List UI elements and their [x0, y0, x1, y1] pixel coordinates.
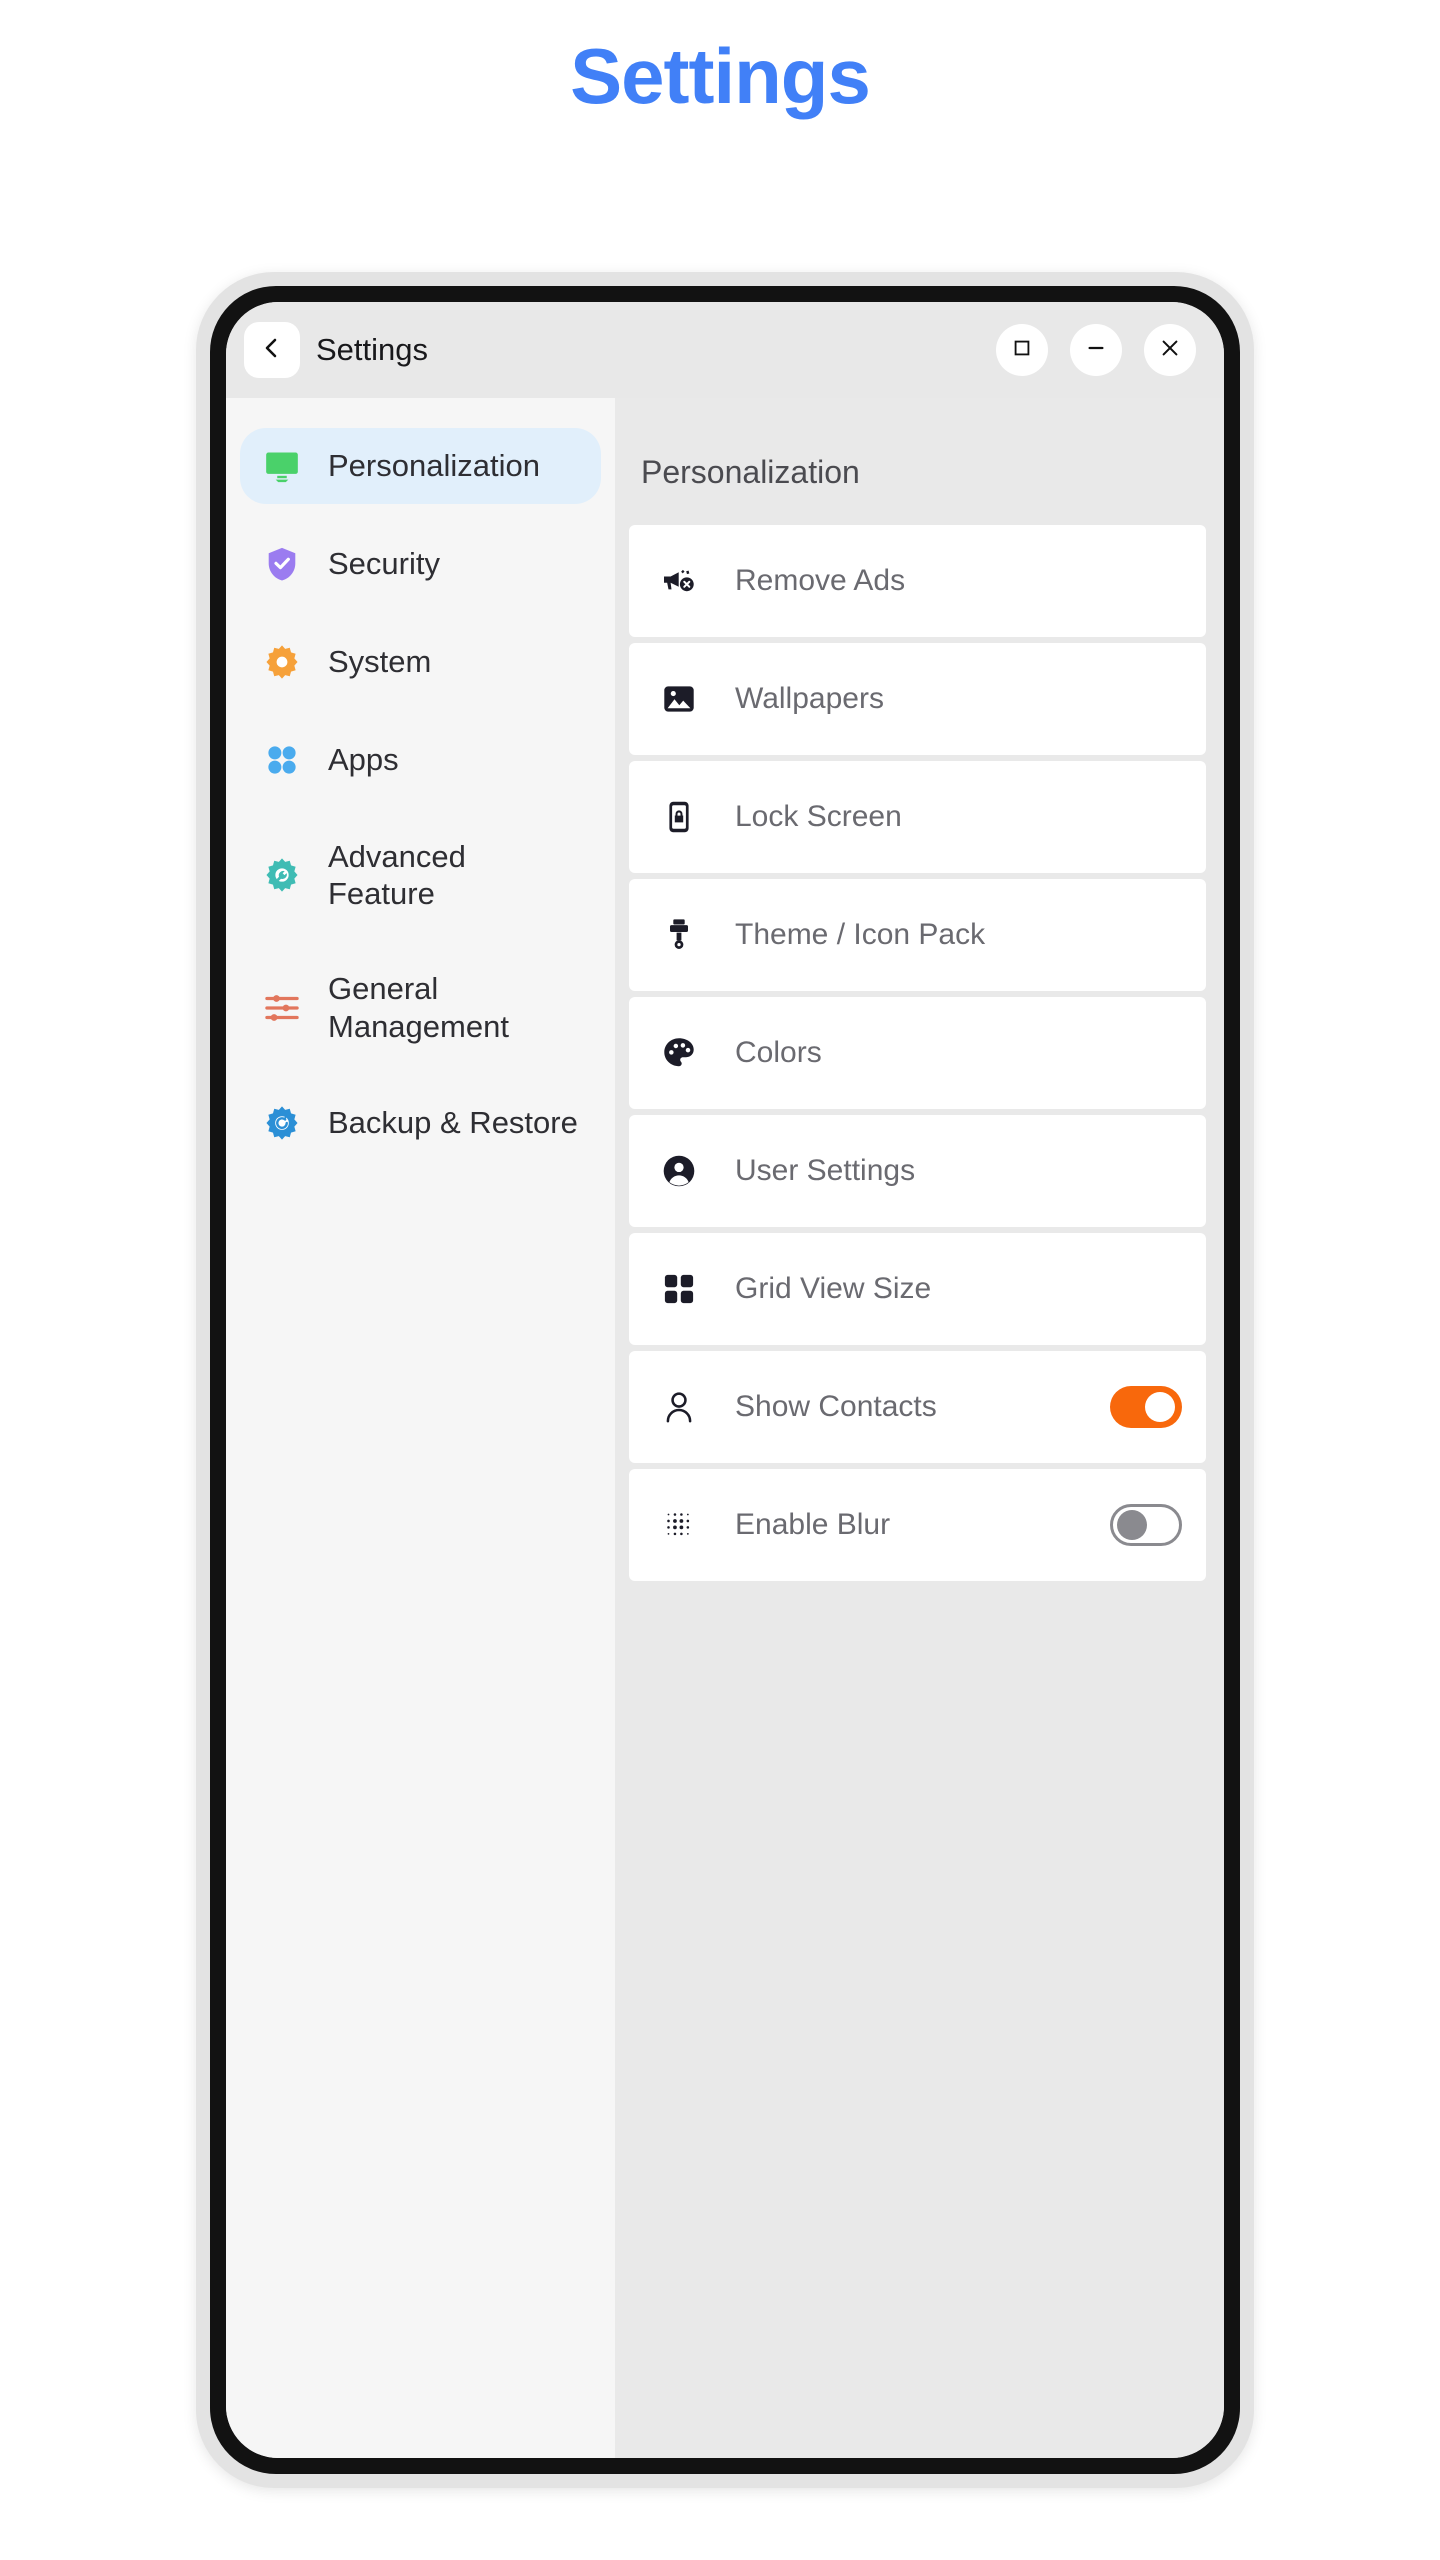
paintbrush-icon [659, 915, 699, 955]
list-item-grid-view-size[interactable]: Grid View Size [629, 1233, 1206, 1345]
settings-list: Remove Ads Wallpapers Lock Screen Theme … [615, 525, 1224, 1587]
screenshot-root: Settings Settings Personalization Securi… [0, 0, 1440, 2560]
person-icon [659, 1387, 699, 1427]
x-icon [1159, 337, 1181, 364]
list-item-user-settings[interactable]: User Settings [629, 1115, 1206, 1227]
page-title: Settings [570, 32, 871, 120]
sidebar-item-label: Advanced Feature [328, 839, 466, 912]
square-icon [1011, 337, 1033, 364]
dash-icon [1085, 337, 1107, 364]
phone-screen: Settings Personalization Security System… [226, 302, 1224, 2458]
monitor-icon [262, 446, 302, 486]
sidebar-item-general-management[interactable]: General Management [240, 952, 601, 1062]
list-item-label: Colors [735, 1036, 822, 1069]
gear-refresh-icon [262, 1103, 302, 1143]
sidebar-item-personalization[interactable]: Personalization [240, 428, 601, 504]
show-contacts-toggle[interactable] [1110, 1386, 1182, 1428]
shield-check-icon [262, 544, 302, 584]
phone-frame: Settings Personalization Security System… [196, 272, 1254, 2488]
list-item-remove-ads[interactable]: Remove Ads [629, 525, 1206, 637]
list-item-theme-icon-pack[interactable]: Theme / Icon Pack [629, 879, 1206, 991]
window-controls [996, 324, 1196, 376]
dot-grid-icon [659, 1505, 699, 1545]
list-item-enable-blur[interactable]: Enable Blur [629, 1469, 1206, 1581]
sidebar-item-label: Backup & Restore [328, 1105, 578, 1141]
sidebar-item-label: General Management [328, 971, 509, 1044]
toggle-knob [1117, 1510, 1147, 1540]
content-heading: Personalization [641, 454, 860, 490]
phone-lock-icon [659, 797, 699, 837]
sidebar-item-system[interactable]: System [240, 624, 601, 700]
list-item-label: Theme / Icon Pack [735, 918, 986, 951]
list-item-label: Wallpapers [735, 682, 884, 715]
sidebar-item-backup-restore[interactable]: Backup & Restore [240, 1085, 601, 1161]
image-icon [659, 679, 699, 719]
sidebar-item-apps[interactable]: Apps [240, 722, 601, 798]
chevron-left-icon [260, 336, 284, 365]
window-titlebar: Settings [226, 302, 1224, 398]
phone-bezel: Settings Personalization Security System… [210, 286, 1240, 2474]
list-item-wallpapers[interactable]: Wallpapers [629, 643, 1206, 755]
toggle-knob [1145, 1392, 1175, 1422]
list-item-label: Show Contacts [735, 1390, 937, 1423]
back-button[interactable] [244, 322, 300, 378]
sidebar-item-security[interactable]: Security [240, 526, 601, 602]
sidebar-item-label: Apps [328, 742, 399, 778]
list-item-label: Lock Screen [735, 800, 902, 833]
sidebar-item-label: Security [328, 546, 440, 582]
close-button[interactable] [1144, 324, 1196, 376]
four-dots-icon [262, 740, 302, 780]
list-item-show-contacts[interactable]: Show Contacts [629, 1351, 1206, 1463]
list-item-label: User Settings [735, 1154, 916, 1187]
palette-icon [659, 1033, 699, 1073]
sidebar-item-label: Personalization [328, 448, 540, 484]
gear-wrench-icon [262, 855, 302, 895]
list-item-label: Enable Blur [735, 1508, 891, 1541]
enable-blur-toggle[interactable] [1110, 1504, 1182, 1546]
list-item-colors[interactable]: Colors [629, 997, 1206, 1109]
gear-icon [262, 642, 302, 682]
list-item-label: Grid View Size [735, 1272, 932, 1305]
sidebar-item-label: System [328, 644, 432, 680]
minimize-button[interactable] [1070, 324, 1122, 376]
megaphone-off-icon [659, 561, 699, 601]
grid-icon [659, 1269, 699, 1309]
app-body: Personalization Security System Apps Adv… [226, 398, 1224, 2458]
sliders-icon [262, 988, 302, 1028]
account-circle-icon [659, 1151, 699, 1191]
sidebar: Personalization Security System Apps Adv… [226, 398, 615, 2458]
window-title: Settings [316, 332, 429, 367]
sidebar-item-advanced-feature[interactable]: Advanced Feature [240, 820, 601, 930]
list-item-lock-screen[interactable]: Lock Screen [629, 761, 1206, 873]
list-item-label: Remove Ads [735, 564, 906, 597]
maximize-button[interactable] [996, 324, 1048, 376]
content-panel: Personalization Remove Ads Wallpapers Lo… [615, 398, 1224, 2458]
